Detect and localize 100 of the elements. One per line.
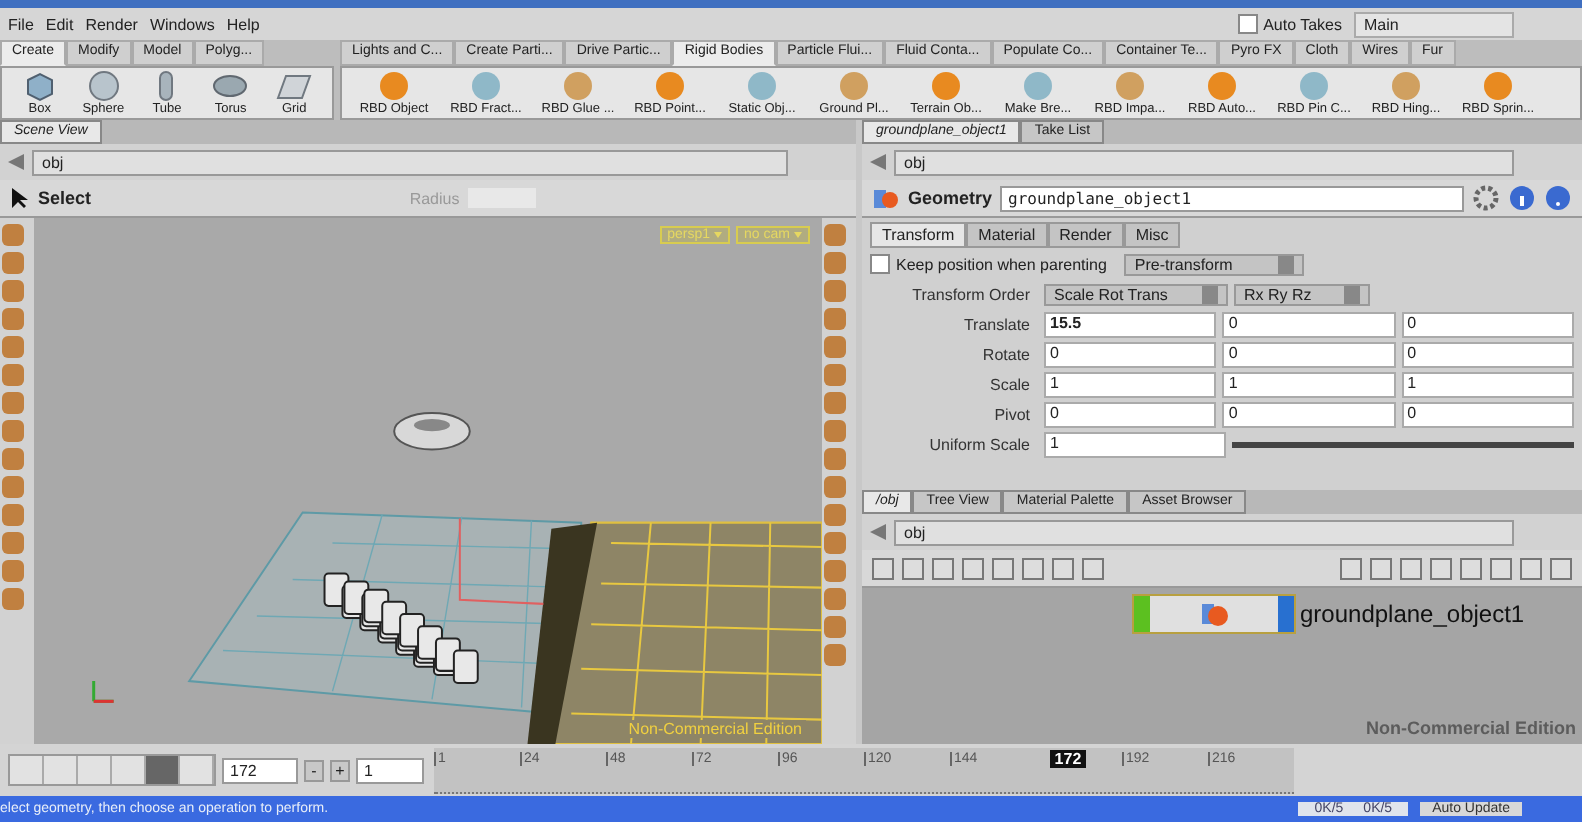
value-field[interactable]: 0 — [1044, 401, 1217, 427]
tool-icon[interactable] — [2, 280, 24, 302]
value-field[interactable]: 0 — [1222, 311, 1396, 337]
tool-icon[interactable] — [1400, 557, 1422, 579]
tool-icon[interactable] — [824, 476, 846, 498]
tool-icon[interactable] — [932, 557, 954, 579]
dropdown[interactable]: Rx Ry Rz — [1234, 283, 1370, 305]
tool-icon[interactable] — [962, 557, 984, 579]
auto-takes-checkbox[interactable]: Auto Takes — [1237, 14, 1342, 34]
tool-icon[interactable] — [824, 252, 846, 274]
tool-icon[interactable] — [2, 392, 24, 414]
tool-icon[interactable] — [1052, 557, 1074, 579]
tool-icon[interactable] — [872, 557, 894, 579]
tool-icon[interactable] — [1460, 557, 1482, 579]
step-field[interactable]: 1 — [356, 757, 424, 783]
tool-icon[interactable] — [2, 364, 24, 386]
tool-icon[interactable] — [1430, 557, 1452, 579]
playback-button[interactable] — [180, 756, 214, 784]
tool-icon[interactable] — [992, 557, 1014, 579]
path-field[interactable]: obj — [894, 519, 1514, 545]
tool-icon[interactable] — [2, 532, 24, 554]
value-field[interactable]: 1 — [1222, 371, 1396, 397]
playback-button[interactable] — [44, 756, 78, 784]
value-field[interactable]: 0 — [1044, 341, 1217, 367]
parameter-tab[interactable]: Material — [966, 222, 1048, 248]
tool-icon[interactable] — [2, 308, 24, 330]
tool-icon[interactable] — [824, 588, 846, 610]
value-field[interactable]: 0 — [1222, 401, 1396, 427]
value-field[interactable]: 0 — [1222, 341, 1396, 367]
tool-icon[interactable] — [824, 644, 846, 666]
tool-icon[interactable] — [1022, 557, 1044, 579]
parameter-tab[interactable]: Render — [1047, 222, 1124, 248]
tool-icon[interactable] — [824, 560, 846, 582]
value-field[interactable]: 0 — [1401, 341, 1574, 367]
back-arrow-icon[interactable] — [870, 524, 886, 540]
value-field[interactable]: 15.5 — [1044, 311, 1217, 337]
menu-item[interactable]: File — [8, 15, 34, 33]
tool-icon[interactable] — [1370, 557, 1392, 579]
menu-item[interactable]: Render — [85, 15, 138, 33]
tool-icon[interactable] — [2, 476, 24, 498]
tool-icon[interactable] — [2, 336, 24, 358]
tool-icon[interactable] — [2, 252, 24, 274]
tool-icon[interactable] — [824, 616, 846, 638]
tool-icon[interactable] — [1550, 557, 1572, 579]
tool-icon[interactable] — [824, 224, 846, 246]
take-dropdown[interactable]: Main — [1354, 11, 1514, 37]
tool-icon[interactable] — [2, 448, 24, 470]
tool-icon[interactable] — [824, 308, 846, 330]
value-field[interactable]: 1 — [1044, 371, 1217, 397]
menu-item[interactable]: Edit — [45, 15, 74, 33]
tool-icon[interactable] — [1340, 557, 1362, 579]
dropdown[interactable]: Scale Rot Trans — [1044, 283, 1228, 305]
parameter-label: Rotate — [980, 345, 1032, 363]
path-field[interactable]: obj — [894, 149, 1514, 175]
tool-icon[interactable] — [1520, 557, 1542, 579]
info-icon[interactable] — [1508, 184, 1536, 212]
gear-icon[interactable] — [1472, 184, 1500, 212]
path-field[interactable]: obj — [32, 149, 788, 175]
value-field[interactable]: 0 — [1401, 401, 1574, 427]
tool-icon[interactable] — [2, 420, 24, 442]
back-arrow-icon[interactable] — [870, 154, 886, 170]
slider[interactable] — [1232, 441, 1574, 447]
value-field[interactable]: 1 — [1401, 371, 1574, 397]
tool-icon[interactable] — [824, 420, 846, 442]
tool-icon[interactable] — [824, 364, 846, 386]
help-icon[interactable] — [1544, 184, 1572, 212]
step-button[interactable]: + — [330, 759, 350, 781]
playback-button[interactable] — [112, 756, 146, 784]
tool-icon[interactable] — [2, 224, 24, 246]
tool-icon[interactable] — [824, 504, 846, 526]
dropdown[interactable]: Pre-transform — [1124, 253, 1305, 275]
playback-button[interactable] — [10, 756, 44, 784]
playback-button[interactable] — [146, 756, 180, 784]
menu-item[interactable]: Help — [226, 15, 260, 33]
tool-icon[interactable] — [902, 557, 924, 579]
frame-field[interactable]: 172 — [222, 757, 298, 783]
tool-icon[interactable] — [824, 392, 846, 414]
ball-icon — [1114, 70, 1146, 102]
value-field[interactable]: 0 — [1401, 311, 1574, 337]
menu-item[interactable]: Windows — [149, 15, 215, 33]
tool-icon[interactable] — [2, 504, 24, 526]
tool-icon[interactable] — [1490, 557, 1512, 579]
tool-icon[interactable] — [2, 588, 24, 610]
checkbox[interactable] — [870, 254, 890, 274]
playback-button[interactable] — [78, 756, 112, 784]
tool-icon[interactable] — [824, 280, 846, 302]
current-frame-marker[interactable]: 172 — [1050, 749, 1086, 767]
parameter-tab[interactable]: Misc — [1123, 222, 1181, 248]
value-field[interactable]: 1 — [1044, 431, 1227, 457]
tool-icon[interactable] — [824, 532, 846, 554]
tool-icon[interactable] — [2, 560, 24, 582]
parameter-tab[interactable]: Transform — [870, 222, 967, 248]
tool-icon[interactable] — [824, 448, 846, 470]
checkbox[interactable] — [1237, 14, 1258, 34]
back-arrow-icon[interactable] — [8, 154, 24, 170]
step-button[interactable]: - — [304, 759, 324, 781]
tool-icon[interactable] — [824, 336, 846, 358]
tool-icon[interactable] — [1082, 557, 1104, 579]
node-name-field[interactable]: groundplane_object1 — [1000, 185, 1464, 211]
geometry-node[interactable] — [1132, 594, 1296, 634]
